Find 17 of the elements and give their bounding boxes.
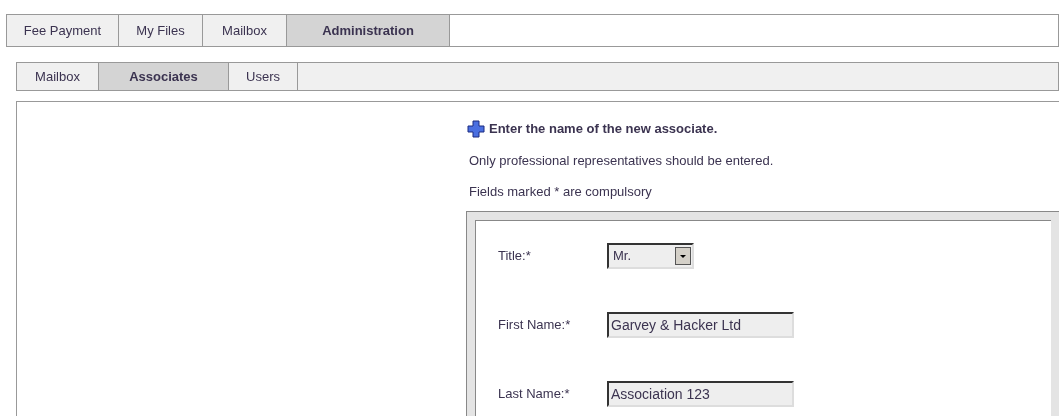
note-text: Only professional representatives should be entered.: [469, 151, 775, 170]
field-label: First Name:*: [498, 315, 572, 334]
note-text: Fields marked * are compulsory: [469, 183, 653, 201]
plus-icon: [467, 119, 485, 138]
title-dropdown[interactable]: Mr.: [607, 242, 694, 269]
input-field[interactable]: Association 123: [607, 380, 794, 407]
field-label: Last Name:*: [498, 384, 571, 403]
tab[interactable]: Fee Payment: [7, 15, 119, 46]
tab[interactable]: Mailbox: [17, 63, 99, 90]
input-field[interactable]: Garvey & Hacker Ltd: [607, 311, 794, 338]
tab[interactable]: Associates: [99, 63, 229, 90]
tab[interactable]: Administration: [287, 15, 450, 46]
tab[interactable]: Mailbox: [203, 15, 287, 46]
tab[interactable]: Users: [229, 63, 298, 90]
heading: Enter the name of the new associate.: [489, 120, 718, 138]
tab[interactable]: My Files: [119, 15, 203, 46]
field-label: Title:*: [498, 246, 532, 265]
